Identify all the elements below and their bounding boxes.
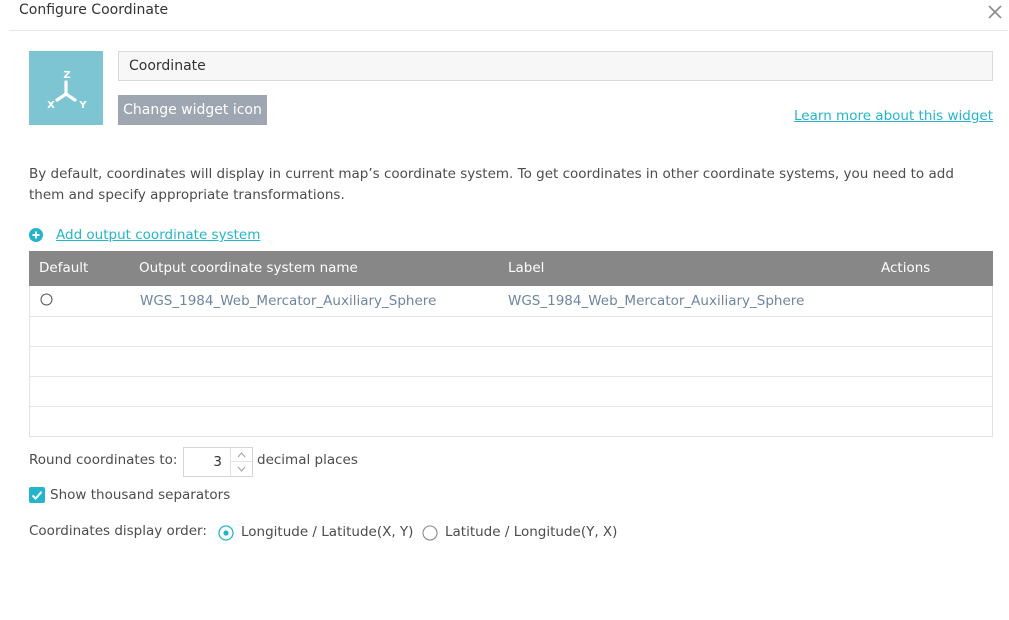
table-row-empty xyxy=(30,377,992,407)
decimal-places-stepper[interactable]: 3 xyxy=(183,447,253,477)
order-lon-lat-label: Longitude / Latitude(X, Y) xyxy=(241,523,414,540)
decrement-button[interactable] xyxy=(231,462,252,476)
description-text: By default, coordinates will display in … xyxy=(29,166,954,203)
add-output-link-label[interactable]: Add output coordinate system xyxy=(56,227,260,243)
increment-button[interactable] xyxy=(231,448,252,462)
learn-more-link[interactable]: Learn more about this widget xyxy=(794,108,993,124)
table-row-empty xyxy=(30,317,992,347)
title-divider xyxy=(9,30,1008,31)
order-lat-lon-label: Latitude / Longitude(Y, X) xyxy=(445,523,618,540)
axis-z-label: Z xyxy=(63,70,70,81)
dialog-title: Configure Coordinate xyxy=(19,2,169,18)
order-lon-lat-option[interactable]: Longitude / Latitude(X, Y) xyxy=(218,523,413,543)
add-output-coordinate-system[interactable]: Add output coordinate system xyxy=(29,225,260,245)
radio-selected-icon[interactable] xyxy=(218,525,234,541)
decimal-places-value[interactable]: 3 xyxy=(213,454,222,470)
radio-unselected-icon[interactable] xyxy=(422,525,438,541)
close-icon[interactable] xyxy=(985,2,1005,22)
row-label-cell: WGS_1984_Web_Mercator_Auxiliary_Sphere xyxy=(508,293,805,309)
coordinate-systems-table: Default Output coordinate system name La… xyxy=(29,251,993,437)
table-row-empty xyxy=(30,407,992,437)
round-coordinates-label: Round coordinates to: xyxy=(29,452,178,468)
add-circle-icon xyxy=(29,228,43,242)
check-icon xyxy=(31,491,43,500)
thousand-separators-label: Show thousand separators xyxy=(50,487,231,503)
header-label: Label xyxy=(508,260,545,276)
decimal-places-label: decimal places xyxy=(257,452,358,468)
table-row-empty xyxy=(30,347,992,377)
display-order-label: Coordinates display order: xyxy=(29,523,207,539)
table-header: Default Output coordinate system name La… xyxy=(29,251,993,286)
chevron-down-icon xyxy=(237,466,246,472)
order-lat-lon-option[interactable]: Latitude / Longitude(Y, X) xyxy=(422,523,617,543)
row-name-cell: WGS_1984_Web_Mercator_Auxiliary_Sphere xyxy=(140,293,437,309)
axis-y-label: Y xyxy=(78,100,87,111)
default-radio[interactable] xyxy=(40,293,53,306)
widget-name-input[interactable] xyxy=(118,51,993,81)
change-widget-icon-button[interactable]: Change widget icon xyxy=(118,95,267,125)
chevron-up-icon xyxy=(237,452,246,458)
header-actions: Actions xyxy=(881,260,931,276)
widget-icon: Z X Y xyxy=(29,51,103,125)
thousand-separators-checkbox[interactable] xyxy=(29,487,45,503)
header-default: Default xyxy=(39,260,89,276)
header-name: Output coordinate system name xyxy=(139,260,358,276)
table-row[interactable]: WGS_1984_Web_Mercator_Auxiliary_Sphere W… xyxy=(30,287,992,317)
xyz-axis-icon: Z X Y xyxy=(47,70,87,111)
axis-x-label: X xyxy=(47,100,55,111)
